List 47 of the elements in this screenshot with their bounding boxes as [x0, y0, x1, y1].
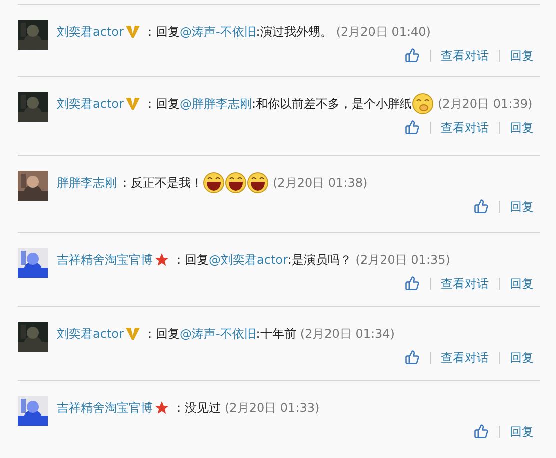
shy-emoji-icon: [412, 93, 434, 115]
like-icon[interactable]: [405, 48, 420, 63]
laughing-emoji-icon: [203, 172, 225, 194]
comment-time: (2月20日 01:39): [438, 96, 533, 112]
view-conversation-link[interactable]: 查看对话: [430, 50, 489, 62]
mention-link[interactable]: @涛声-不依旧: [180, 326, 256, 340]
reply-link[interactable]: 回复: [499, 50, 534, 62]
comment-time: (2月20日 01:40): [336, 24, 431, 40]
laughing-emoji-icon: [225, 172, 247, 194]
like-icon[interactable]: [474, 424, 489, 439]
mention-link[interactable]: @胖胖李志刚: [180, 96, 252, 110]
comment-text: ：没见过: [173, 400, 221, 416]
mention-link[interactable]: @刘奕君actor: [209, 252, 288, 266]
reply-link[interactable]: 回复: [499, 426, 534, 438]
view-conversation-link[interactable]: 查看对话: [430, 278, 489, 290]
author-link[interactable]: 吉祥精舍淘宝官博: [57, 400, 153, 416]
author-link[interactable]: 吉祥精舍淘宝官博: [57, 252, 153, 268]
reply-link[interactable]: 回复: [499, 200, 534, 212]
star-icon: [155, 253, 169, 267]
verified-badge-icon: [126, 25, 140, 39]
comment-time: (2月20日 01:33): [225, 400, 320, 416]
comment-time: (2月20日 01:35): [356, 252, 450, 268]
author-link[interactable]: 胖胖李志刚: [57, 174, 117, 192]
view-conversation-link[interactable]: 查看对话: [430, 352, 489, 364]
view-conversation-link[interactable]: 查看对话: [430, 122, 489, 134]
like-icon[interactable]: [405, 350, 420, 365]
like-icon[interactable]: [474, 199, 489, 214]
verified-badge-icon: [126, 327, 140, 341]
author-link[interactable]: 刘奕君actor: [57, 24, 124, 40]
reply-link[interactable]: 回复: [499, 122, 534, 134]
comment-time: (2月20日 01:38): [273, 174, 368, 192]
like-icon[interactable]: [405, 276, 420, 291]
comment-time: (2月20日 01:34): [300, 326, 395, 342]
laughing-emoji-icon: [247, 172, 269, 194]
comment-text: ：反正不是我！: [119, 174, 203, 192]
author-link[interactable]: 刘奕君actor: [57, 326, 124, 342]
like-icon[interactable]: [405, 120, 420, 135]
mention-link[interactable]: @涛声-不依旧: [180, 24, 256, 38]
author-link[interactable]: 刘奕君actor: [57, 96, 124, 112]
reply-link[interactable]: 回复: [499, 352, 534, 364]
comment-text: ：回复@涛声-不依旧:十年前: [144, 326, 296, 342]
comment-text: ：回复@刘奕君actor:是演员吗？: [173, 252, 352, 268]
reply-link[interactable]: 回复: [499, 278, 534, 290]
star-icon: [155, 401, 169, 415]
verified-badge-icon: [126, 97, 140, 111]
comment-text: ：回复@涛声-不依旧:演过我外甥。: [144, 24, 332, 40]
comment-text: ：回复@胖胖李志刚:和你以前差不多，是个小胖纸: [144, 96, 412, 112]
